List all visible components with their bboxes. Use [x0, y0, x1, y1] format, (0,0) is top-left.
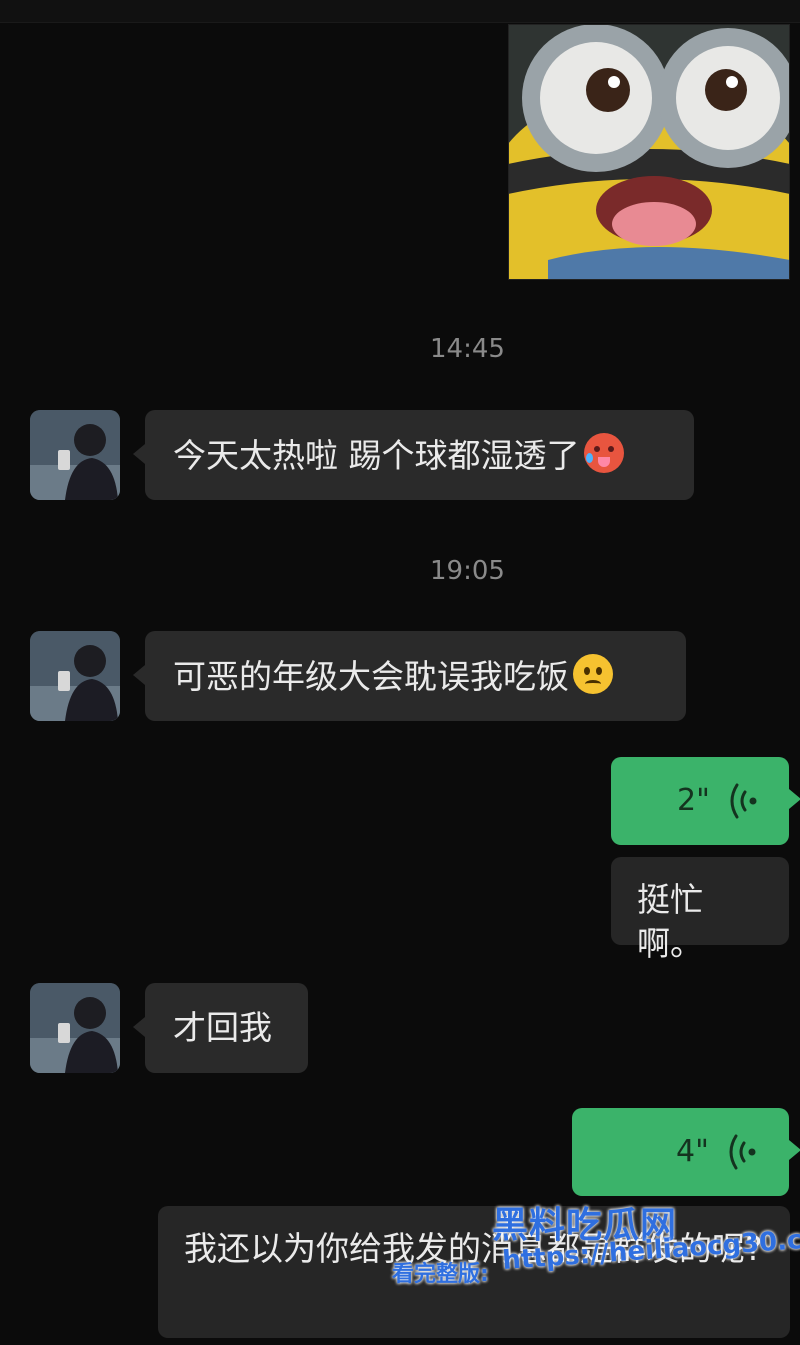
message-bubble[interactable]: 挺忙啊。 — [611, 857, 789, 963]
minion-sticker[interactable] — [508, 24, 790, 280]
message-bubble[interactable]: 今天太热啦 踢个球都湿透了 — [133, 410, 694, 500]
avatar[interactable] — [30, 410, 120, 500]
avatar-image — [30, 631, 120, 721]
divider — [0, 22, 800, 23]
avatar[interactable] — [30, 631, 120, 721]
message-text: 才回我 — [173, 1008, 272, 1047]
voice-duration: 4" — [676, 1134, 709, 1169]
avatar[interactable] — [30, 983, 120, 1073]
timestamp: 19:05 — [430, 556, 505, 586]
voice-message[interactable]: 4" — [572, 1108, 800, 1196]
message-text: 我还以为你给我发的消息都是群发的呢? — [184, 1229, 763, 1268]
avatar-image — [30, 983, 120, 1073]
message-text: 今天太热啦 踢个球都湿透了 — [173, 436, 580, 475]
message-bubble[interactable]: 才回我 — [133, 983, 308, 1073]
slightly-frowning-face-emoji — [573, 654, 613, 694]
minion-sticker-icon — [508, 24, 790, 280]
timestamp: 14:45 — [430, 334, 505, 364]
message-bubble[interactable]: 可恶的年级大会耽误我吃饭 — [133, 631, 686, 721]
voice-wave-icon — [729, 1134, 756, 1170]
avatar-image — [30, 410, 120, 500]
top-strip — [0, 0, 800, 22]
hot-face-emoji — [583, 433, 624, 473]
message-text: 可恶的年级大会耽误我吃饭 — [173, 657, 569, 696]
voice-wave-icon — [730, 783, 757, 819]
voice-message[interactable]: 2" — [611, 757, 800, 845]
message-bubble[interactable]: 我还以为你给我发的消息都是群发的呢? — [158, 1206, 790, 1338]
message-text: 挺忙啊。 — [637, 880, 703, 963]
voice-duration: 2" — [677, 783, 710, 818]
